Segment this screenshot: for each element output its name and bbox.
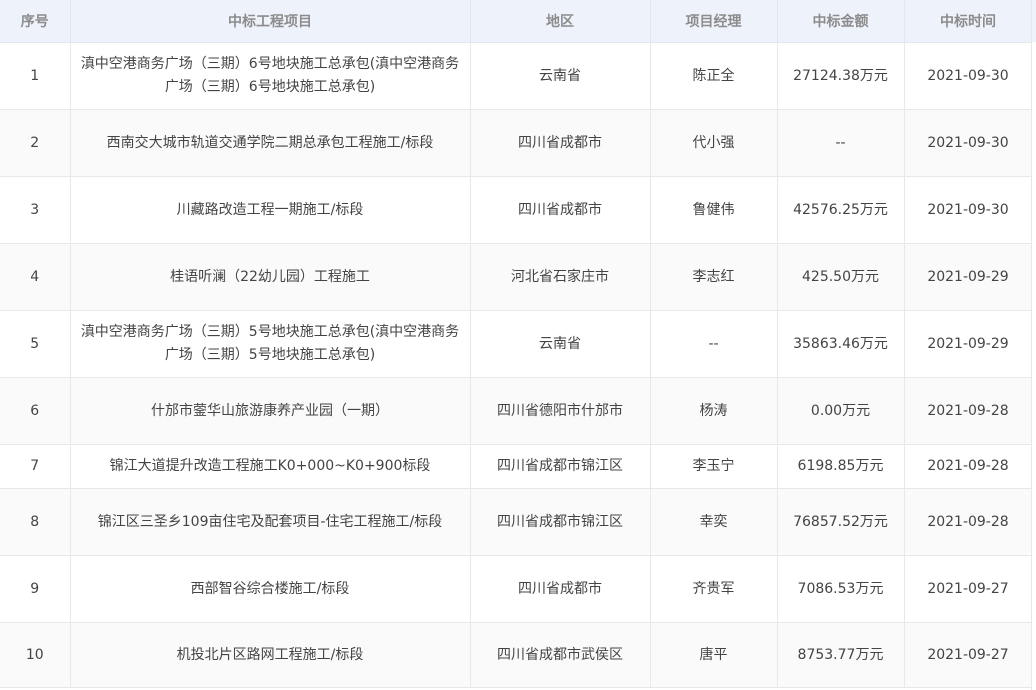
cell-manager: 齐贵军 (650, 555, 778, 623)
cell-project[interactable]: 机投北片区路网工程施工/标段 (70, 622, 471, 688)
cell-project[interactable]: 西部智谷综合楼施工/标段 (70, 555, 471, 623)
cell-amount: 7086.53万元 (777, 555, 905, 623)
cell-date: 2021-09-30 (904, 109, 1033, 177)
cell-amount: 27124.38万元 (777, 42, 905, 110)
cell-amount: -- (777, 109, 905, 177)
cell-region: 四川省成都市 (470, 109, 651, 177)
cell-no: 1 (0, 42, 71, 110)
cell-no: 7 (0, 444, 71, 489)
cell-region: 云南省 (470, 42, 651, 110)
cell-region: 四川省德阳市什邡市 (470, 377, 651, 445)
cell-region: 四川省成都市锦江区 (470, 488, 651, 556)
cell-project[interactable]: 桂语听澜（22幼儿园）工程施工 (70, 243, 471, 311)
cell-manager: 杨涛 (650, 377, 778, 445)
cell-no: 9 (0, 555, 71, 623)
cell-no: 5 (0, 310, 71, 378)
cell-no: 6 (0, 377, 71, 445)
table-header: 序号 中标工程项目 地区 项目经理 中标金额 中标时间 (0, 0, 1033, 43)
table-row: 9 西部智谷综合楼施工/标段 四川省成都市 齐贵军 7086.53万元 2021… (0, 555, 1033, 623)
cell-project[interactable]: 什邡市蓥华山旅游康养产业园（一期） (70, 377, 471, 445)
cell-project[interactable]: 川藏路改造工程一期施工/标段 (70, 176, 471, 244)
table-right-edge (1031, 0, 1036, 690)
table-row: 4 桂语听澜（22幼儿园）工程施工 河北省石家庄市 李志红 425.50万元 2… (0, 243, 1033, 311)
cell-region: 四川省成都市锦江区 (470, 444, 651, 489)
cell-manager: -- (650, 310, 778, 378)
cell-date: 2021-09-30 (904, 42, 1033, 110)
table-right-edge-header (1032, 0, 1036, 42)
cell-date: 2021-09-27 (904, 555, 1033, 623)
header-amount: 中标金额 (777, 0, 905, 43)
cell-manager: 鲁健伟 (650, 176, 778, 244)
bid-results-table: 序号 中标工程项目 地区 项目经理 中标金额 中标时间 1 滇中空港商务广场（三… (0, 0, 1033, 688)
table-row: 6 什邡市蓥华山旅游康养产业园（一期） 四川省德阳市什邡市 杨涛 0.00万元 … (0, 377, 1033, 445)
cell-date: 2021-09-29 (904, 310, 1033, 378)
cell-region: 四川省成都市武侯区 (470, 622, 651, 688)
cell-amount: 8753.77万元 (777, 622, 905, 688)
cell-manager: 李玉宁 (650, 444, 778, 489)
cell-manager: 幸奕 (650, 488, 778, 556)
cell-date: 2021-09-29 (904, 243, 1033, 311)
header-date: 中标时间 (904, 0, 1033, 43)
cell-no: 2 (0, 109, 71, 177)
cell-no: 8 (0, 488, 71, 556)
table-row: 2 西南交大城市轨道交通学院二期总承包工程施工/标段 四川省成都市 代小强 --… (0, 109, 1033, 177)
cell-no: 4 (0, 243, 71, 311)
cell-date: 2021-09-27 (904, 622, 1033, 688)
cell-date: 2021-09-28 (904, 488, 1033, 556)
cell-project[interactable]: 滇中空港商务广场（三期）5号地块施工总承包(滇中空港商务广场（三期）5号地块施工… (70, 310, 471, 378)
table-row: 3 川藏路改造工程一期施工/标段 四川省成都市 鲁健伟 42576.25万元 2… (0, 176, 1033, 244)
cell-project[interactable]: 滇中空港商务广场（三期）6号地块施工总承包(滇中空港商务广场（三期）6号地块施工… (70, 42, 471, 110)
table-row: 5 滇中空港商务广场（三期）5号地块施工总承包(滇中空港商务广场（三期）5号地块… (0, 310, 1033, 378)
header-manager: 项目经理 (650, 0, 778, 43)
cell-project[interactable]: 西南交大城市轨道交通学院二期总承包工程施工/标段 (70, 109, 471, 177)
cell-amount: 35863.46万元 (777, 310, 905, 378)
table-row: 1 滇中空港商务广场（三期）6号地块施工总承包(滇中空港商务广场（三期）6号地块… (0, 42, 1033, 110)
table-row: 10 机投北片区路网工程施工/标段 四川省成都市武侯区 唐平 8753.77万元… (0, 622, 1033, 688)
bid-results-table-container: 序号 中标工程项目 地区 项目经理 中标金额 中标时间 1 滇中空港商务广场（三… (0, 0, 1036, 690)
header-no: 序号 (0, 0, 71, 43)
cell-region: 四川省成都市 (470, 176, 651, 244)
cell-amount: 42576.25万元 (777, 176, 905, 244)
cell-date: 2021-09-30 (904, 176, 1033, 244)
cell-no: 3 (0, 176, 71, 244)
cell-region: 河北省石家庄市 (470, 243, 651, 311)
cell-amount: 425.50万元 (777, 243, 905, 311)
table-row: 7 锦江大道提升改造工程施工K0+000~K0+900标段 四川省成都市锦江区 … (0, 444, 1033, 489)
header-region: 地区 (470, 0, 651, 43)
table-row: 8 锦江区三圣乡109亩住宅及配套项目-住宅工程施工/标段 四川省成都市锦江区 … (0, 488, 1033, 556)
cell-project[interactable]: 锦江区三圣乡109亩住宅及配套项目-住宅工程施工/标段 (70, 488, 471, 556)
header-row: 序号 中标工程项目 地区 项目经理 中标金额 中标时间 (0, 0, 1033, 43)
table-body: 1 滇中空港商务广场（三期）6号地块施工总承包(滇中空港商务广场（三期）6号地块… (0, 42, 1033, 688)
cell-amount: 0.00万元 (777, 377, 905, 445)
cell-region: 四川省成都市 (470, 555, 651, 623)
cell-amount: 6198.85万元 (777, 444, 905, 489)
cell-amount: 76857.52万元 (777, 488, 905, 556)
cell-date: 2021-09-28 (904, 444, 1033, 489)
cell-project[interactable]: 锦江大道提升改造工程施工K0+000~K0+900标段 (70, 444, 471, 489)
cell-no: 10 (0, 622, 71, 688)
cell-manager: 唐平 (650, 622, 778, 688)
cell-manager: 李志红 (650, 243, 778, 311)
cell-date: 2021-09-28 (904, 377, 1033, 445)
cell-manager: 代小强 (650, 109, 778, 177)
cell-manager: 陈正全 (650, 42, 778, 110)
cell-region: 云南省 (470, 310, 651, 378)
header-project: 中标工程项目 (70, 0, 471, 43)
